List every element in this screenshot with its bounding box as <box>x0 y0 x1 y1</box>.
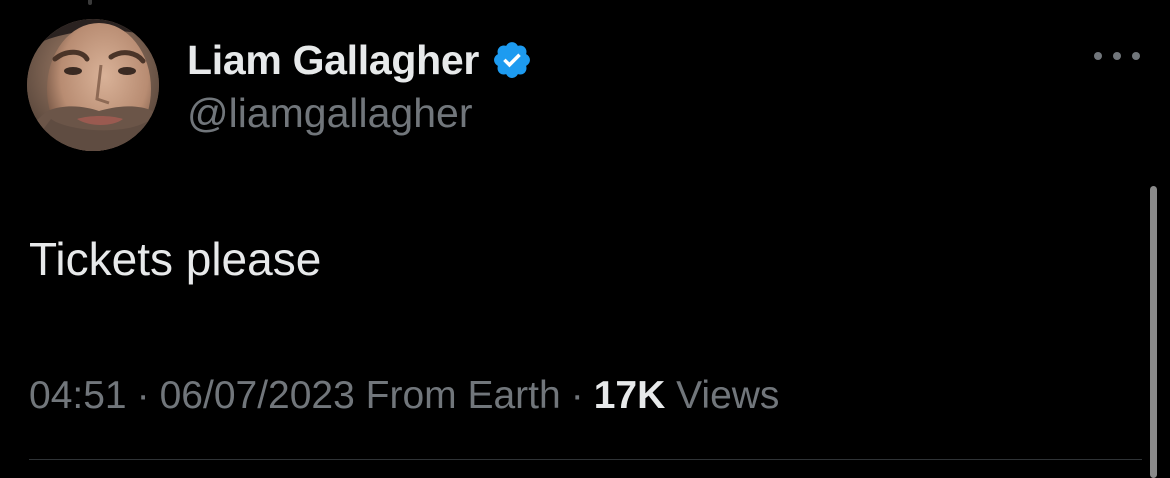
thread-line <box>88 0 92 5</box>
avatar[interactable] <box>27 19 159 151</box>
more-dot <box>1113 52 1121 60</box>
tweet-meta: 04:51 · 06/07/2023 From Earth · 17K Views <box>29 374 779 418</box>
views-count[interactable]: 17K <box>594 374 666 417</box>
scrollbar[interactable] <box>1150 186 1157 478</box>
author-row: Liam Gallagher <box>187 36 533 84</box>
display-name[interactable]: Liam Gallagher <box>187 37 479 84</box>
verified-badge-icon <box>491 39 533 81</box>
tweet-source: From Earth <box>365 374 561 417</box>
tweet-text: Tickets please <box>29 233 322 285</box>
more-dot <box>1132 52 1140 60</box>
views-label: Views <box>676 374 780 417</box>
meta-separator: · <box>570 374 584 417</box>
author-handle[interactable]: @liamgallagher <box>187 90 472 137</box>
avatar-image <box>27 19 159 151</box>
tweet-date[interactable]: 06/07/2023 <box>160 374 355 417</box>
tweet: Liam Gallagher @liamgallagher Tickets pl… <box>0 0 1170 478</box>
meta-separator: · <box>136 374 150 417</box>
more-options-icon[interactable] <box>1094 46 1140 66</box>
tweet-time[interactable]: 04:51 <box>29 374 127 417</box>
more-dot <box>1094 52 1102 60</box>
divider <box>29 459 1142 460</box>
